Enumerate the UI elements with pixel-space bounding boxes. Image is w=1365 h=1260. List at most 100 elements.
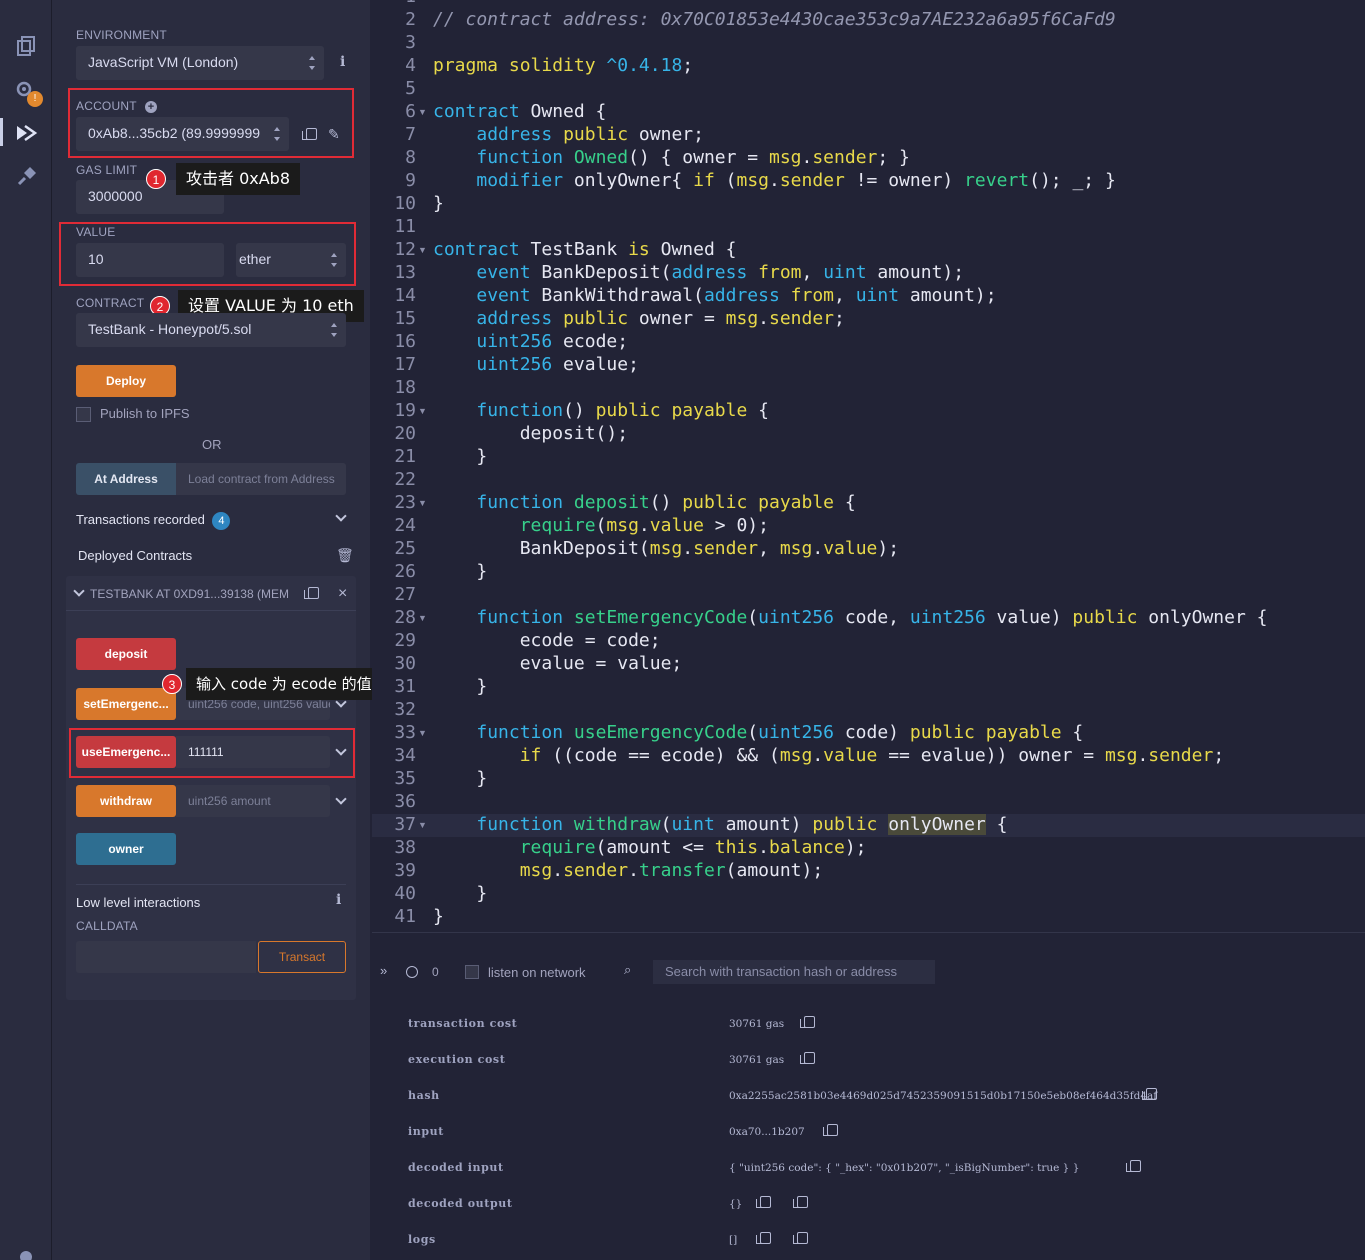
- code-line: address public owner = msg.sender;: [476, 308, 845, 329]
- deploy-run-icon[interactable]: [13, 120, 39, 146]
- fold-arrow-icon[interactable]: ▼: [418, 406, 427, 416]
- code-line: pragma solidity ^0.4.18;: [433, 55, 694, 76]
- copy-value-icon[interactable]: [1126, 1160, 1141, 1172]
- trash-icon[interactable]: 🗑: [336, 547, 354, 564]
- copy-value-icon[interactable]: [756, 1196, 771, 1208]
- icon-rail: !: [0, 0, 52, 1260]
- copy-value-icon[interactable]: [756, 1232, 771, 1244]
- line-number: 25: [394, 538, 416, 559]
- plugin-manager-icon[interactable]: [13, 164, 39, 190]
- copy-value-icon[interactable]: [1142, 1088, 1157, 1100]
- line-number: 28: [394, 607, 416, 628]
- listen-checkbox[interactable]: [465, 965, 479, 979]
- code-line: }: [433, 768, 488, 789]
- edit-account-icon[interactable]: ✎: [328, 126, 340, 143]
- fn-withdraw-button[interactable]: withdraw: [76, 785, 176, 817]
- add-account-icon[interactable]: +: [145, 101, 158, 113]
- tx-detail-key: decoded output: [408, 1197, 513, 1210]
- calldata-input[interactable]: [76, 941, 256, 973]
- code-editor[interactable]: 12// contract address: 0x70C01853e4430ca…: [372, 0, 1365, 930]
- deploy-run-panel: ENVIRONMENT JavaScript VM (London) i ACC…: [52, 0, 444, 1260]
- fn-withdraw-expand-icon[interactable]: [336, 795, 346, 805]
- line-number: 41: [394, 906, 416, 927]
- line-number: 23: [394, 492, 416, 513]
- fold-arrow-icon[interactable]: ▼: [418, 107, 427, 117]
- close-instance-icon[interactable]: ×: [338, 585, 347, 603]
- transactions-count-badge: 4: [212, 512, 231, 530]
- copy-value-icon[interactable]: [823, 1124, 838, 1136]
- fold-arrow-icon[interactable]: ▼: [418, 245, 427, 255]
- code-line: function() public payable {: [476, 400, 769, 421]
- instance-title: TESTBANK AT 0XD91...39138 (MEM: [90, 587, 289, 601]
- fn-useemergency-expand-icon[interactable]: [336, 746, 346, 756]
- fold-arrow-icon[interactable]: ▼: [418, 498, 427, 508]
- at-address-input[interactable]: Load contract from Address: [176, 463, 346, 495]
- info-icon[interactable]: i: [340, 54, 345, 70]
- low-level-info-icon[interactable]: i: [336, 892, 341, 908]
- code-line: }: [433, 676, 488, 697]
- callout-badge-3: 3: [162, 674, 182, 694]
- line-number: 30: [394, 653, 416, 674]
- fn-withdraw-input[interactable]: uint256 amount: [176, 785, 330, 817]
- code-line: require(amount <= this.balance);: [519, 837, 867, 858]
- value-unit-select[interactable]: ether: [236, 243, 346, 277]
- clear-console-icon[interactable]: [406, 966, 418, 978]
- code-line: }: [433, 561, 488, 582]
- line-number: 27: [394, 584, 416, 605]
- contract-select[interactable]: TestBank - Honeypot/5.sol: [76, 313, 346, 347]
- settings-icon[interactable]: [13, 1244, 39, 1260]
- transact-button[interactable]: Transact: [258, 941, 346, 973]
- terminal: » 0 listen on network ⌕ Search with tran…: [372, 932, 1365, 1260]
- gas-limit-label: GAS LIMIT: [76, 163, 138, 177]
- deploy-button[interactable]: Deploy: [76, 365, 176, 397]
- tx-detail-key: hash: [408, 1089, 440, 1102]
- code-line: function setEmergencyCode(uint256 code, …: [476, 607, 1268, 628]
- environment-select[interactable]: JavaScript VM (London): [76, 46, 324, 80]
- transactions-chevron-icon[interactable]: [336, 512, 346, 522]
- fn-useemergency-input[interactable]: 111111: [176, 736, 330, 768]
- line-number: 4: [405, 55, 416, 76]
- fold-arrow-icon[interactable]: ▼: [418, 613, 427, 623]
- tx-detail-key: decoded input: [408, 1161, 504, 1174]
- fn-useemergency-button[interactable]: useEmergenc...: [76, 736, 176, 768]
- value-amount-input[interactable]: 10: [76, 243, 224, 277]
- code-line: if ((code == ecode) && (msg.value == eva…: [519, 745, 1225, 766]
- fold-arrow-icon[interactable]: ▼: [418, 820, 427, 830]
- code-line: event BankWithdrawal(address from, uint …: [476, 285, 997, 306]
- copy-value-icon[interactable]: [800, 1016, 815, 1028]
- line-number: 7: [405, 124, 416, 145]
- publish-checkbox[interactable]: [76, 407, 91, 422]
- line-number: 16: [394, 331, 416, 352]
- code-line: ecode = code;: [433, 630, 661, 651]
- tx-detail-key: execution cost: [408, 1053, 506, 1066]
- copy-value-icon[interactable]: [793, 1196, 808, 1208]
- line-number: 34: [394, 745, 416, 766]
- tx-detail-value: 0xa2255ac2581b03e4469d025d7452359091515d…: [729, 1090, 1158, 1102]
- at-address-button[interactable]: At Address: [76, 463, 176, 495]
- value-unit-value: ether: [239, 251, 271, 267]
- terminal-search-input[interactable]: Search with transaction hash or address: [653, 960, 935, 984]
- fn-setemergency-button[interactable]: setEmergenc...: [76, 688, 176, 720]
- copy-value-icon[interactable]: [793, 1232, 808, 1244]
- copy-instance-icon[interactable]: [304, 587, 319, 599]
- value-label: VALUE: [76, 225, 116, 239]
- transactions-recorded-label: Transactions recorded 4: [76, 512, 231, 530]
- line-number: 18: [394, 377, 416, 398]
- copy-value-icon[interactable]: [800, 1052, 815, 1064]
- instance-collapse-icon[interactable]: [74, 587, 84, 597]
- account-select[interactable]: 0xAb8...35cb2 (89.9999999: [76, 117, 289, 151]
- fn-owner-button[interactable]: owner: [76, 833, 176, 865]
- copy-account-icon[interactable]: [302, 128, 317, 140]
- code-line: }: [433, 883, 488, 904]
- tx-detail-key: logs: [408, 1233, 436, 1246]
- line-number: 21: [394, 446, 416, 467]
- line-number: 32: [394, 699, 416, 720]
- collapse-terminal-icon[interactable]: »: [380, 963, 387, 978]
- file-explorer-icon[interactable]: [13, 34, 39, 60]
- code-line: BankDeposit(msg.sender, msg.value);: [433, 538, 900, 559]
- line-number: 1: [372, 0, 416, 7]
- environment-label: ENVIRONMENT: [76, 28, 167, 42]
- fn-deposit-button[interactable]: deposit: [76, 638, 176, 670]
- fold-arrow-icon[interactable]: ▼: [418, 728, 427, 738]
- code-line: uint256 ecode;: [476, 331, 629, 352]
